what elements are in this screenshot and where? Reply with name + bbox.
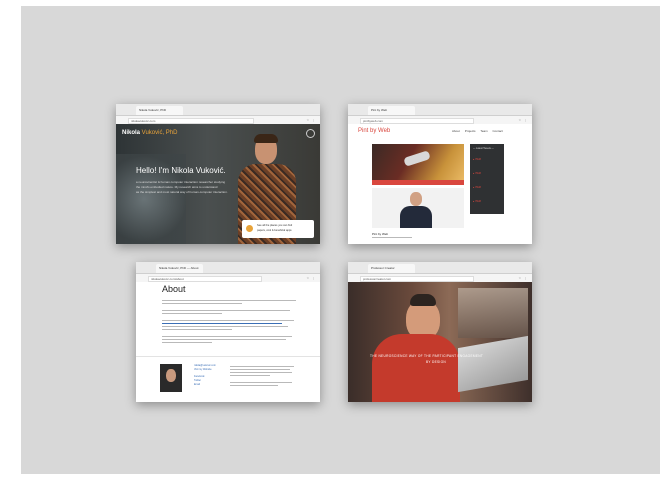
text-line [162, 336, 292, 337]
nav-item[interactable]: About [452, 129, 460, 133]
red-highlight-bar [372, 180, 464, 185]
person-shirt [372, 334, 460, 402]
text-line [230, 372, 292, 373]
profile-photo [160, 364, 182, 392]
site-brand[interactable]: Nikola Vuković, PhD [122, 130, 177, 136]
hero-overlay-text: THE NEUROSCIENCE WAY OF THE PARTICIPANT … [370, 354, 484, 358]
browser-tab[interactable]: Nikola Vuković, PhD — About [156, 264, 203, 273]
toolbar-icons[interactable]: ☆ ⋮ [518, 276, 528, 280]
text-line [162, 339, 286, 340]
sidebar-panel: — Latest Tweets — ● ITEM ● ITEM ● ITEM ●… [470, 144, 504, 214]
hero-overlay-text: BY DESIGN [426, 360, 447, 364]
hero-text-line: as the simplest and most natural way of … [136, 190, 228, 194]
blog-page: Pint by Web About Projects Team Contact … [348, 124, 532, 244]
info-card-text: See all the places you can find [257, 224, 293, 227]
menu-icon[interactable] [306, 129, 315, 138]
page-title: About [162, 284, 186, 294]
browser-tab[interactable]: Nikola Vuković, PhD [136, 106, 183, 115]
gallery-canvas: Nikola Vuković, PhD nikolavukovic.com ☆ … [21, 6, 660, 474]
hero-text-line: a neuroscientist & human computer intera… [136, 180, 226, 184]
post-caption[interactable]: Pint by Web [372, 232, 388, 236]
text-line [162, 313, 222, 314]
browser-tab[interactable]: Professor Creator [368, 264, 415, 273]
text-line [162, 342, 212, 343]
text-line [162, 303, 242, 304]
screenshot-creator-home[interactable]: Professor Creator professorcreator.com ☆… [348, 262, 532, 402]
hero-photo: THE NEUROSCIENCE WAY OF THE PARTICIPANT … [348, 282, 532, 402]
text-line [230, 375, 270, 376]
browser-tabbar: Nikola Vuković, PhD [116, 104, 320, 120]
profile-face [166, 369, 176, 382]
person-hair [410, 294, 436, 306]
text-line [162, 310, 290, 311]
text-line [230, 369, 290, 370]
about-page: About nikola@vukovic.com Visit my Websit… [136, 282, 320, 402]
text-line [230, 366, 294, 367]
nav-item[interactable]: Team [480, 129, 487, 133]
nav-item[interactable]: Contact [493, 129, 503, 133]
hero-section: Nikola Vuković, PhD Hello! I'm Nikola Vu… [116, 124, 320, 244]
hero-title: Hello! I'm Nikola Vuković. [136, 166, 226, 175]
toolbar-icons[interactable]: ☆ ⋮ [518, 118, 528, 122]
screenshot-about-page[interactable]: Nikola Vuković, PhD — About nikolavukovi… [136, 262, 320, 402]
laptop [458, 335, 528, 393]
main-nav: About Projects Team Contact [452, 129, 503, 133]
text-line [372, 237, 412, 238]
screenshot-blog-home[interactable]: Pint by Web pintbyweb.com ☆ ⋮ Pint by We… [348, 104, 532, 244]
divider [136, 356, 320, 357]
person-image[interactable] [372, 188, 464, 228]
sidebar-item[interactable]: ● ITEM [473, 172, 481, 175]
text-line [162, 320, 294, 321]
text-line [162, 300, 296, 301]
portrait-hair [254, 134, 278, 143]
info-card-text: papers, cool & beneficial apps [257, 229, 292, 232]
contact-link[interactable]: Visit my Website [194, 368, 216, 372]
browser-tabbar: Professor Creator [348, 262, 532, 278]
hero-text-line: the mind's embodied nature. My research … [136, 185, 218, 189]
link-line[interactable] [162, 323, 282, 324]
toolbar-icons[interactable]: ☆ ⋮ [306, 118, 316, 122]
sidebar-item[interactable]: ● ITEM [473, 200, 481, 203]
sidebar-item[interactable]: ● ITEM [473, 158, 481, 161]
person-head [410, 192, 422, 206]
image-object [403, 150, 431, 167]
browser-tabbar: Nikola Vuković, PhD — About [136, 262, 320, 278]
contact-link[interactable]: Email [194, 383, 216, 387]
sidebar-title: — Latest Tweets — [473, 147, 494, 150]
featured-image[interactable] [372, 144, 464, 180]
sidebar-item[interactable]: ● ITEM [473, 186, 481, 189]
text-line [230, 385, 278, 386]
person-suit [400, 206, 432, 228]
toolbar-icons[interactable]: ☆ ⋮ [306, 276, 316, 280]
screenshot-personal-home[interactable]: Nikola Vuković, PhD nikolavukovic.com ☆ … [116, 104, 320, 244]
browser-tabbar: Pint by Web [348, 104, 532, 120]
info-icon [246, 225, 253, 232]
text-line [162, 329, 232, 330]
text-line [162, 326, 288, 327]
text-line [230, 382, 292, 383]
nav-item[interactable]: Projects [465, 129, 476, 133]
contact-links: nikola@vukovic.com Visit my Website Face… [194, 364, 216, 387]
site-logo[interactable]: Pint by Web [358, 128, 390, 134]
browser-tab[interactable]: Pint by Web [368, 106, 415, 115]
train-window [458, 288, 528, 338]
info-card[interactable]: See all the places you can find papers, … [242, 220, 314, 238]
